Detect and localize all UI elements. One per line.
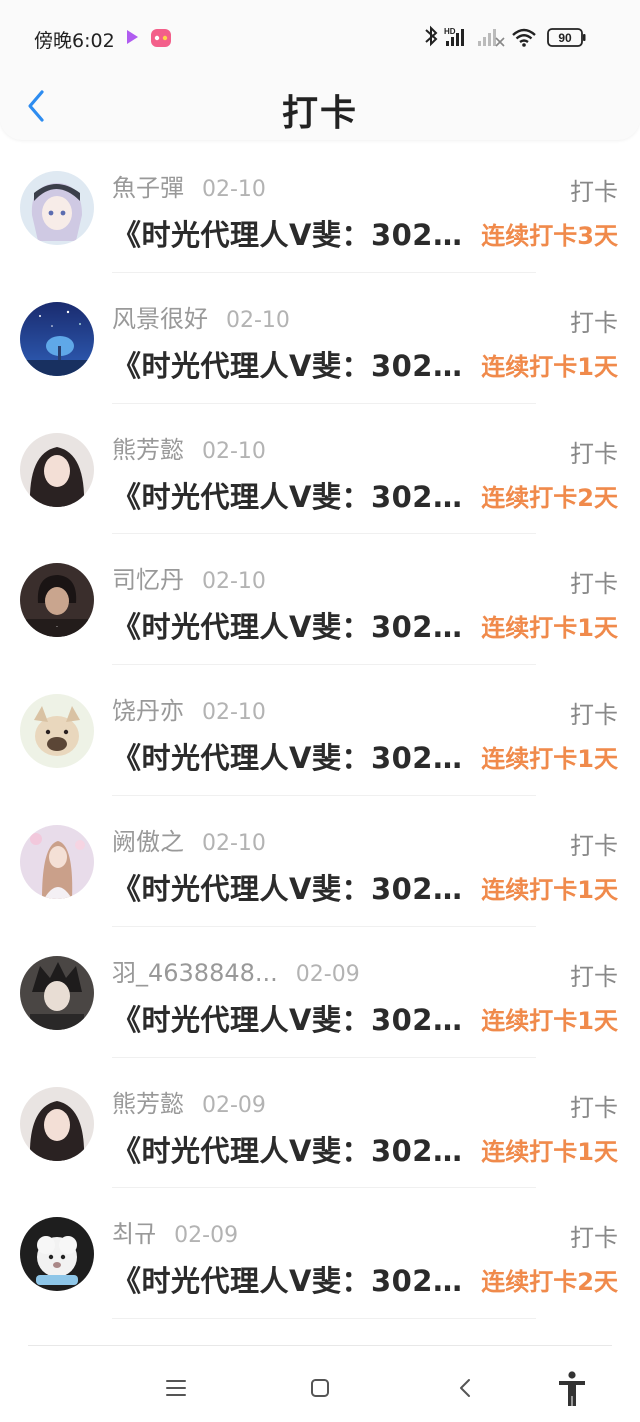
post-date: 02-10 [226, 307, 290, 333]
entry-tag: 打卡 [570, 701, 618, 730]
user-name[interactable]: 최규 [112, 1220, 156, 1248]
back-chevron-icon [460, 1379, 470, 1397]
list-item[interactable]: 魚子彈 02-10 打卡 《时光代理人V斐：3029》 连续打卡3天 [0, 142, 640, 273]
entry-meta: 羽_4638848... 02-09 [112, 953, 360, 987]
post-date: 02-09 [295, 961, 360, 987]
list-item[interactable]: 阙傲之 02-10 打卡 《时光代理人V斐：3029》 连续打卡1天 [0, 796, 640, 927]
streak-badge: 连续打卡2天 [481, 1268, 618, 1297]
list-item[interactable]: 熊芳懿 02-10 打卡 《时光代理人V斐：3029》 连续打卡2天 [0, 404, 640, 535]
signal-2-icon [478, 29, 505, 47]
entry-meta: 최규 02-09 [112, 1214, 238, 1248]
avatar[interactable] [20, 171, 94, 245]
book-title: 《时光代理人V斐：3029》 [112, 1264, 470, 1299]
user-name[interactable]: 羽_4638848... [112, 959, 278, 987]
list-item[interactable]: 羽_4638848... 02-09 打卡 《时光代理人V斐：3029》 连续打卡… [0, 927, 640, 1058]
list-item[interactable]: 饶丹亦 02-10 打卡 《时光代理人V斐：3029》 连续打卡1天 [0, 665, 640, 796]
entry-meta: 饶丹亦 02-10 [112, 691, 266, 725]
book-title: 《时光代理人V斐：3029》 [112, 479, 470, 514]
list-item[interactable]: · 司忆丹 02-10 打卡 《时光代理人V斐：3029》 连续打卡1天 [0, 534, 640, 665]
user-name[interactable]: 熊芳懿 [112, 1090, 184, 1118]
entry-tag: 打卡 [570, 570, 618, 599]
title-row: 打卡 [0, 78, 640, 138]
user-name[interactable]: 熊芳懿 [112, 436, 184, 464]
list-item[interactable]: 최규 02-09 打卡 《时光代理人V斐：3029》 连续打卡2天 [0, 1188, 640, 1319]
post-date: 02-09 [202, 1092, 266, 1118]
wifi-icon [512, 28, 536, 47]
home-button[interactable] [300, 1368, 340, 1408]
post-date: 02-10 [202, 830, 266, 856]
checkin-list: 魚子彈 02-10 打卡 《时光代理人V斐：3029》 连续打卡3天 风景很好 02… [0, 142, 640, 1319]
entry-meta: 魚子彈 02-10 [112, 168, 266, 202]
entry-meta: 阙傲之 02-10 [112, 822, 266, 856]
entry-tag: 打卡 [570, 1093, 618, 1122]
signal-icon: HD [444, 27, 464, 46]
streak-badge: 连续打卡1天 [481, 614, 618, 643]
avatar[interactable] [20, 694, 94, 769]
book-title: 《时光代理人V斐：3029》 [112, 871, 470, 906]
post-date: 02-09 [174, 1223, 239, 1249]
streak-badge: 连续打卡1天 [481, 745, 618, 774]
entry-meta: 熊芳懿 02-09 [112, 1084, 266, 1118]
system-nav-bar [0, 1346, 640, 1422]
entry-tag: 打卡 [570, 1224, 618, 1253]
streak-badge: 连续打卡1天 [481, 1006, 618, 1035]
user-name[interactable]: 阙傲之 [112, 828, 184, 856]
entry-tag: 打卡 [570, 308, 618, 337]
avatar[interactable] [20, 1217, 94, 1292]
book-title: 《时光代理人V斐：3029》 [112, 610, 470, 645]
book-title: 《时光代理人V斐：3029》 [112, 218, 470, 252]
post-date: 02-10 [202, 569, 266, 595]
streak-badge: 连续打卡1天 [481, 875, 618, 904]
user-name[interactable]: 饶丹亦 [112, 697, 184, 725]
post-date: 02-10 [202, 438, 266, 464]
book-title: 《时光代理人V斐：3029》 [112, 348, 470, 383]
streak-badge: 连续打卡1天 [481, 1137, 618, 1166]
avatar[interactable] [20, 432, 94, 507]
entry-tag: 打卡 [570, 962, 618, 991]
book-title: 《时光代理人V斐：3029》 [112, 1002, 470, 1037]
home-square-icon [311, 1379, 329, 1397]
accessibility-button[interactable] [552, 1368, 592, 1408]
avatar[interactable]: · [20, 563, 94, 638]
post-date: 02-10 [202, 700, 266, 726]
entry-tag: 打卡 [570, 439, 618, 468]
avatar[interactable] [20, 824, 94, 899]
accessibility-icon [559, 1371, 585, 1406]
entry-meta: 风景很好 02-10 [112, 299, 290, 333]
page-title: 打卡 [281, 93, 358, 134]
streak-badge: 连续打卡1天 [481, 352, 618, 381]
user-name[interactable]: 魚子彈 [112, 174, 184, 202]
book-title: 《时光代理人V斐：3029》 [112, 1133, 470, 1168]
streak-badge: 连续打卡3天 [481, 222, 618, 250]
status-bar: 傍晚6:02 HD 90 [0, 18, 640, 58]
post-date: 02-10 [202, 177, 266, 202]
user-name[interactable]: 风景很好 [112, 305, 208, 333]
avatar[interactable] [20, 301, 94, 376]
avatar[interactable] [20, 955, 94, 1030]
book-title: 《时光代理人V斐：3029》 [112, 741, 470, 776]
entry-tag: 打卡 [570, 178, 618, 206]
menu-icon [166, 1380, 186, 1396]
battery-level: 90 [558, 31, 572, 45]
entry-meta: 司忆丹 02-10 [112, 560, 266, 594]
entry-tag: 打卡 [570, 831, 618, 860]
status-icons: HD 90 [422, 24, 602, 52]
bluetooth-icon [425, 25, 438, 47]
svg-text:·: · [56, 623, 58, 631]
hd-label: HD [444, 27, 456, 36]
list-item[interactable]: 熊芳懿 02-09 打卡 《时光代理人V斐：3029》 连续打卡1天 [0, 1058, 640, 1189]
app-header: 傍晚6:02 HD 90 打卡 [0, 0, 640, 140]
entry-meta: 熊芳懿 02-10 [112, 430, 266, 464]
list-item[interactable]: 风景很好 02-10 打卡 《时光代理人V斐：3029》 连续打卡1天 [0, 273, 640, 404]
system-back-button[interactable] [446, 1368, 486, 1408]
video-app-icon [127, 30, 138, 44]
game-app-icon [151, 29, 171, 47]
menu-button[interactable] [156, 1368, 196, 1408]
status-time: 傍晚6:02 [34, 30, 115, 52]
streak-badge: 连续打卡2天 [481, 483, 618, 512]
avatar[interactable] [20, 1086, 94, 1161]
battery-icon: 90 [547, 28, 586, 47]
user-name[interactable]: 司忆丹 [112, 566, 184, 594]
